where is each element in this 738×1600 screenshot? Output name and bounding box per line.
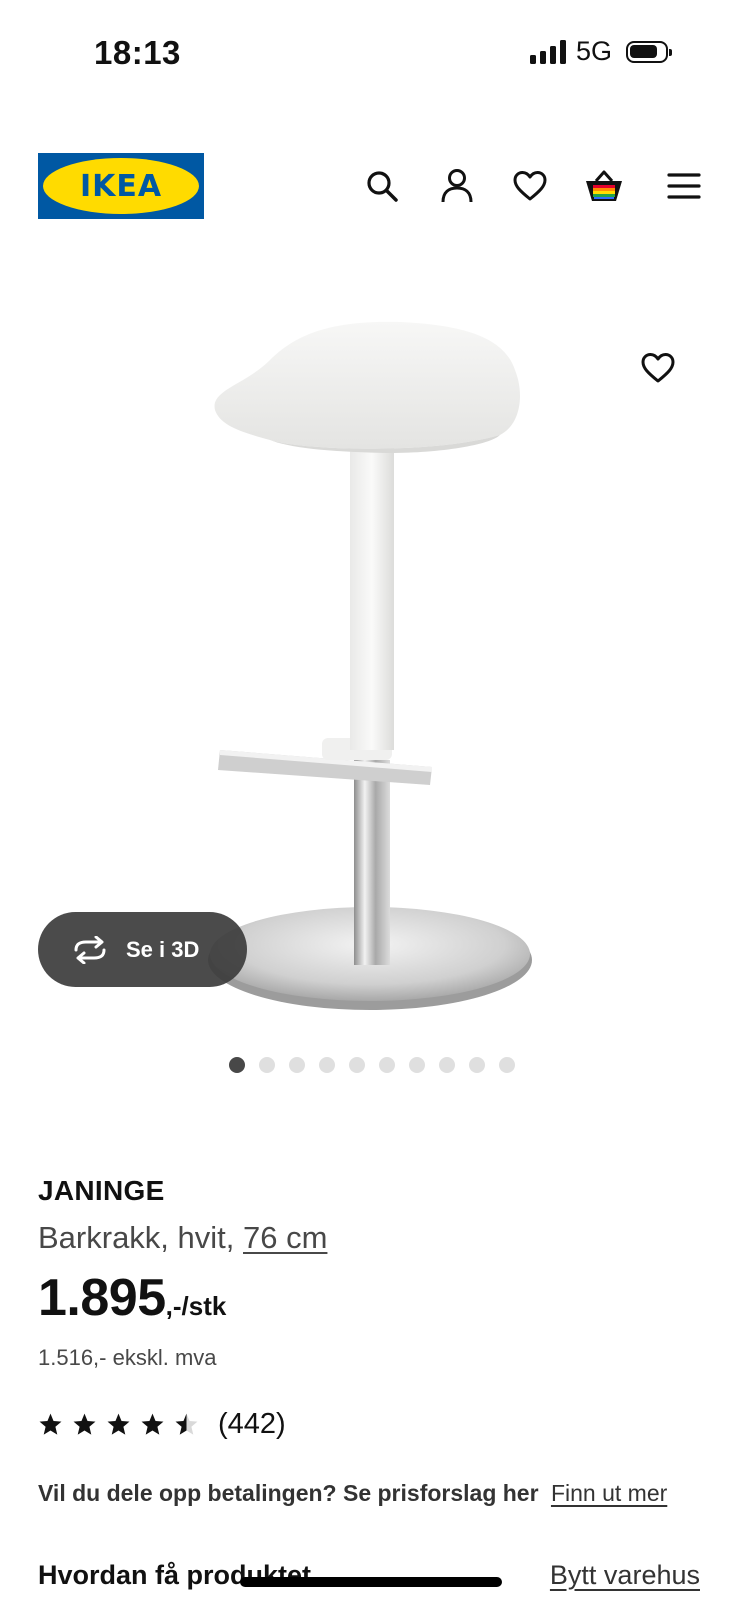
rotate-3d-icon bbox=[74, 935, 106, 964]
star-icon bbox=[39, 1413, 62, 1435]
add-to-wishlist-icon[interactable] bbox=[640, 352, 684, 396]
change-store-link[interactable]: Bytt varehus bbox=[550, 1560, 700, 1591]
status-indicators: 5G bbox=[529, 36, 672, 67]
carousel-dot[interactable] bbox=[229, 1057, 245, 1073]
product-type: Barkrakk, hvit, bbox=[38, 1220, 235, 1255]
carousel-dot[interactable] bbox=[499, 1057, 515, 1073]
star-icon bbox=[175, 1413, 198, 1435]
home-indicator bbox=[240, 1577, 502, 1587]
image-carousel-dots[interactable] bbox=[0, 1057, 738, 1073]
product-price: 1.895 ,-/stk bbox=[38, 1268, 226, 1328]
size-link[interactable]: 76 cm bbox=[243, 1220, 327, 1255]
product-name: JANINGE bbox=[38, 1175, 165, 1206]
network-label: 5G bbox=[575, 36, 612, 66]
price-value: 1.895 bbox=[38, 1269, 166, 1327]
payment-split-text: Vil du dele opp betalingen? Se prisforsl… bbox=[38, 1480, 539, 1506]
carousel-dot[interactable] bbox=[439, 1057, 455, 1073]
search-icon[interactable] bbox=[362, 166, 402, 206]
star-icon bbox=[73, 1413, 96, 1435]
rating[interactable]: (442) bbox=[38, 1408, 286, 1441]
find-out-more-link[interactable]: Finn ut mer bbox=[551, 1480, 667, 1506]
carousel-dot[interactable] bbox=[409, 1057, 425, 1073]
payment-split-info: Vil du dele opp betalingen? Se prisforsl… bbox=[38, 1480, 667, 1507]
carousel-dot[interactable] bbox=[469, 1057, 485, 1073]
view-3d-button[interactable]: Se i 3D bbox=[38, 912, 247, 987]
carousel-dot[interactable] bbox=[319, 1057, 335, 1073]
carousel-dot[interactable] bbox=[259, 1057, 275, 1073]
cart-icon[interactable] bbox=[584, 166, 624, 206]
signal-icon bbox=[529, 39, 566, 64]
status-time: 18:13 bbox=[94, 34, 181, 71]
carousel-dot[interactable] bbox=[379, 1057, 395, 1073]
view-3d-label: Se i 3D bbox=[126, 936, 200, 962]
logo-text: IKEA bbox=[79, 168, 163, 204]
ikea-logo[interactable]: IKEA bbox=[38, 153, 204, 219]
price-ex-vat: 1.516,- ekskl. mva bbox=[38, 1345, 217, 1370]
profile-icon[interactable] bbox=[437, 166, 477, 206]
star-icon bbox=[107, 1413, 130, 1435]
price-unit: ,-/stk bbox=[165, 1291, 227, 1321]
carousel-dot[interactable] bbox=[289, 1057, 305, 1073]
carousel-dot[interactable] bbox=[349, 1057, 365, 1073]
product-description: Barkrakk, hvit, 76 cm bbox=[38, 1220, 327, 1256]
rating-stars bbox=[38, 1412, 199, 1437]
menu-icon[interactable] bbox=[664, 166, 704, 206]
heart-icon[interactable] bbox=[510, 166, 550, 206]
battery-icon bbox=[626, 40, 672, 63]
review-count[interactable]: (442) bbox=[218, 1408, 286, 1441]
star-icon bbox=[141, 1413, 164, 1435]
